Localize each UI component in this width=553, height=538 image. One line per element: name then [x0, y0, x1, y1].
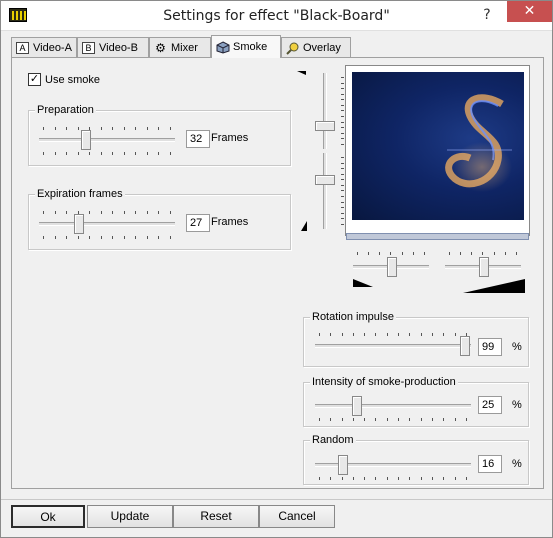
title-bar: Settings for effect "Black-Board" ? ✕	[1, 1, 552, 31]
ok-button[interactable]: Ok	[11, 505, 85, 528]
preview-progress-bar	[346, 233, 529, 240]
slider-ticks	[341, 157, 344, 225]
intensity-title: Intensity of smoke-production	[310, 376, 458, 388]
preparation-unit: Frames	[211, 132, 249, 144]
smoke-swirl-image	[445, 94, 512, 192]
intensity-unit: %	[512, 399, 522, 411]
preparation-value[interactable]: 32	[186, 130, 210, 148]
preparation-title: Preparation	[35, 104, 96, 116]
slider-ticks	[319, 418, 467, 421]
slider-thumb[interactable]	[387, 257, 397, 277]
rotation-value[interactable]: 99	[478, 338, 502, 356]
slider-track	[315, 404, 471, 408]
slider-ticks	[43, 236, 171, 239]
slider-thumb[interactable]	[74, 214, 84, 234]
close-button[interactable]: ✕	[507, 1, 552, 22]
slider-ticks	[43, 127, 171, 130]
help-button[interactable]: ?	[473, 4, 501, 26]
tab-label: Overlay	[303, 41, 341, 54]
vertical-slider-bottom[interactable]	[307, 153, 344, 229]
tab-label: Mixer	[171, 41, 198, 54]
rotation-unit: %	[512, 341, 522, 353]
slider-thumb[interactable]	[460, 336, 470, 356]
slider-track	[39, 222, 175, 226]
random-value[interactable]: 16	[478, 455, 502, 473]
random-unit: %	[512, 458, 522, 470]
magnifier-icon	[286, 42, 299, 55]
slider-track	[39, 138, 175, 142]
window-title: Settings for effect "Black-Board"	[163, 8, 390, 24]
rotation-title: Rotation impulse	[310, 311, 396, 323]
update-button[interactable]: Update	[87, 505, 173, 528]
vertical-ramp-indicator	[297, 71, 307, 231]
slider-ticks	[319, 477, 467, 480]
intensity-slider[interactable]	[315, 391, 471, 421]
slider-ticks	[319, 333, 467, 336]
settings-window: Settings for effect "Black-Board" ? ✕ A …	[0, 0, 553, 538]
slider-ticks	[449, 252, 517, 255]
random-title: Random	[310, 434, 356, 446]
use-smoke-label: Use smoke	[45, 73, 101, 86]
slider-thumb[interactable]	[338, 455, 348, 475]
use-smoke-checkbox[interactable]: ✓	[28, 73, 41, 86]
expiration-unit: Frames	[211, 216, 249, 228]
slider-ticks	[357, 252, 425, 255]
slider-track	[315, 344, 471, 348]
reset-button[interactable]: Reset	[173, 505, 259, 528]
random-slider[interactable]	[315, 450, 471, 480]
preview-image	[352, 72, 524, 220]
slider-thumb[interactable]	[352, 396, 362, 416]
slider-track	[323, 153, 327, 229]
slider-ticks	[43, 152, 171, 155]
slider-ticks	[43, 211, 171, 214]
horizontal-slider-left[interactable]	[353, 252, 429, 282]
tab-label: Smoke	[233, 41, 268, 53]
expiration-slider[interactable]	[39, 209, 175, 239]
horizontal-slider-right[interactable]	[445, 252, 521, 282]
tab-overlay[interactable]: Overlay	[281, 37, 351, 57]
slider-thumb[interactable]	[479, 257, 489, 277]
video-a-icon: A	[16, 41, 29, 54]
tab-label: Video-A	[33, 41, 72, 54]
slider-thumb[interactable]	[315, 175, 335, 185]
vertical-slider-top[interactable]	[307, 73, 344, 149]
preparation-slider[interactable]	[39, 125, 175, 155]
tab-mixer[interactable]: ⚙ Mixer	[149, 37, 211, 57]
rotation-slider[interactable]	[315, 331, 471, 361]
slider-ticks	[341, 77, 344, 145]
video-b-icon: B	[82, 41, 95, 54]
cancel-button[interactable]: Cancel	[259, 505, 335, 528]
slider-thumb[interactable]	[81, 130, 91, 150]
horizontal-ramp-indicator	[353, 279, 525, 293]
expiration-title: Expiration frames	[35, 188, 125, 200]
tab-strip: A Video-A B Video-B ⚙ Mixer Smoke Overla…	[11, 35, 351, 58]
expiration-value[interactable]: 27	[186, 214, 210, 232]
effect-preview	[345, 65, 530, 236]
cube-icon	[216, 41, 230, 54]
slider-thumb[interactable]	[315, 121, 335, 131]
tab-video-b[interactable]: B Video-B	[77, 37, 149, 57]
slider-track	[323, 73, 327, 149]
tab-video-a[interactable]: A Video-A	[11, 37, 77, 57]
use-smoke-row[interactable]: ✓ Use smoke	[28, 73, 100, 86]
gear-icon: ⚙	[155, 40, 166, 55]
tab-smoke[interactable]: Smoke	[211, 35, 281, 58]
tab-label: Video-B	[99, 41, 138, 54]
intensity-value[interactable]: 25	[478, 396, 502, 414]
